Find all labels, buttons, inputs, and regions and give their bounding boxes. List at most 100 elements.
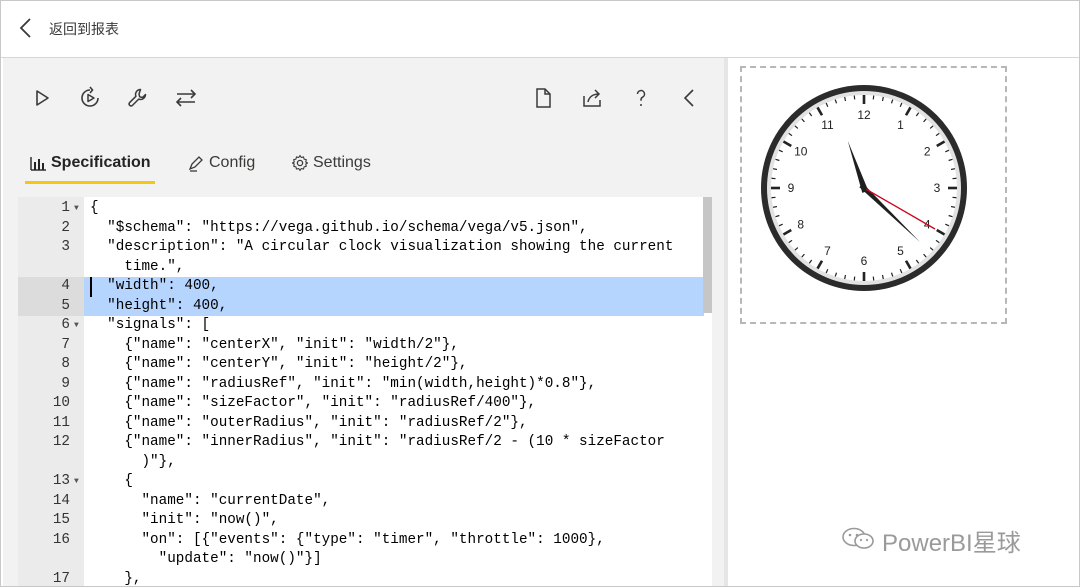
auto-run-button[interactable] <box>78 86 102 110</box>
line-number: 1 <box>61 200 70 216</box>
line-number: 13 <box>52 473 70 489</box>
collapse-pane-button[interactable] <box>678 86 702 110</box>
bar-chart-icon <box>30 157 46 171</box>
code-line[interactable]: 12 {"name": "innerRadius", "init": "radi… <box>18 433 712 453</box>
chevron-left-icon <box>19 18 31 38</box>
clock-tick <box>881 96 884 102</box>
clock-tick <box>844 274 847 280</box>
clock-tick <box>950 205 956 208</box>
code-text: "update": "now()"}] <box>90 551 322 567</box>
code-text: {"name": "innerRadius", "init": "radiusR… <box>90 434 665 450</box>
back-button[interactable] <box>14 14 38 42</box>
pen-icon <box>188 156 203 172</box>
line-number: 9 <box>61 375 70 392</box>
clock-tick <box>772 205 778 208</box>
line-number: 15 <box>52 512 70 528</box>
line-number: 6 <box>61 317 70 333</box>
pane-resize-handle[interactable] <box>724 58 728 587</box>
back-to-report-label[interactable]: 返回到报表 <box>49 19 119 39</box>
tab-specification[interactable]: Specification <box>29 144 151 182</box>
share-icon <box>583 89 601 107</box>
code-line[interactable]: 1 ▼ { <box>18 199 712 219</box>
clock-number: 3 <box>934 181 941 195</box>
code-text: )"}, <box>90 453 176 470</box>
header-bar: 返回到报表 <box>0 0 1080 58</box>
code-line[interactable]: 8 {"name": "centerY", "init": "height/2"… <box>18 355 712 375</box>
repair-button[interactable] <box>126 86 150 110</box>
tab-settings[interactable]: Settings <box>291 144 371 182</box>
code-text: {"name": "outerRadius", "init": "radiusR… <box>90 414 528 431</box>
export-button[interactable] <box>580 86 604 110</box>
code-text: }, <box>90 570 142 587</box>
line-number: 8 <box>61 356 70 372</box>
new-document-button[interactable] <box>531 86 555 110</box>
code-line[interactable]: 17 }, <box>18 570 712 587</box>
clock-number: 8 <box>797 218 804 232</box>
code-text: "init": "now()", <box>90 512 279 528</box>
code-line[interactable]: 5 "height": 400, <box>18 296 712 316</box>
document-icon <box>536 88 551 108</box>
code-line[interactable]: 7 {"name": "centerX", "init": "width/2"}… <box>18 336 712 356</box>
code-line[interactable]: 11 {"name": "outerRadius", "init": "radi… <box>18 414 712 434</box>
play-icon <box>36 90 49 106</box>
clock-number: 1 <box>897 118 904 132</box>
line-number: 4 <box>61 278 70 294</box>
line-number: 16 <box>52 531 70 548</box>
code-line[interactable]: 10 {"name": "sizeFactor", "init": "radiu… <box>18 394 712 414</box>
line-number: 12 <box>52 434 70 450</box>
code-line[interactable]: 15 "init": "now()", <box>18 511 712 531</box>
fold-toggle-icon[interactable]: ▼ <box>74 472 79 492</box>
code-text: "signals": [ <box>90 317 211 333</box>
code-text: { <box>90 473 133 489</box>
code-line[interactable]: 14 "name": "currentDate", <box>18 492 712 512</box>
tab-label: Config <box>209 154 256 171</box>
line-number: 7 <box>61 336 70 353</box>
code-line[interactable]: 16 "on": [{"events": {"type": "timer", "… <box>18 531 712 551</box>
wrench-icon <box>128 88 147 107</box>
code-line[interactable]: )"}, <box>18 453 712 473</box>
tab-label: Specification <box>51 154 151 171</box>
code-text: "width": 400, <box>90 277 219 297</box>
code-text: {"name": "centerY", "init": "height/2"}, <box>90 356 468 372</box>
swap-icon <box>175 89 197 107</box>
editor-scrollbar[interactable] <box>703 197 712 313</box>
fold-toggle-icon[interactable]: ▼ <box>74 199 79 219</box>
code-text: {"name": "centerX", "init": "width/2"}, <box>90 336 459 353</box>
watermark: PowerBI星球 <box>840 523 1021 558</box>
toggle-button[interactable] <box>174 86 198 110</box>
line-number: 3 <box>61 239 70 255</box>
code-line[interactable]: 13 ▼ { <box>18 472 712 492</box>
clock-number: 2 <box>924 145 931 159</box>
clock-tick <box>950 168 956 171</box>
clock-number: 9 <box>788 181 795 195</box>
fold-toggle-icon[interactable]: ▼ <box>74 316 79 336</box>
code-line[interactable]: 2 "$schema": "https://vega.github.io/sch… <box>18 219 712 239</box>
line-number: 17 <box>52 570 70 587</box>
code-text: "name": "currentDate", <box>90 492 331 509</box>
code-line[interactable]: 9 {"name": "radiusRef", "init": "min(wid… <box>18 375 712 395</box>
line-number: 14 <box>52 492 70 509</box>
tab-config[interactable]: Config <box>187 144 255 182</box>
code-line[interactable]: 4 "width": 400, <box>18 277 712 297</box>
code-text: { <box>90 200 99 216</box>
code-line[interactable]: time.", <box>18 258 712 278</box>
collapse-chevron-icon <box>683 89 694 107</box>
clock-number: 7 <box>824 244 831 258</box>
gear-icon <box>291 154 309 172</box>
watermark-text: PowerBI星球 <box>882 530 1021 557</box>
run-button[interactable] <box>30 86 54 110</box>
code-editor[interactable]: 1 ▼{2 "$schema": "https://vega.github.io/… <box>18 197 712 587</box>
line-number: 5 <box>61 297 70 314</box>
line-number: 2 <box>61 219 70 236</box>
code-text: "on": [{"events": {"type": "timer", "thr… <box>90 531 605 548</box>
code-line[interactable]: "update": "now()"}] <box>18 550 712 570</box>
code-line[interactable]: 6 ▼ "signals": [ <box>18 316 712 336</box>
clock-tick <box>881 274 884 280</box>
code-line[interactable]: 3 "description": "A circular clock visua… <box>18 238 712 258</box>
code-text: "$schema": "https://vega.github.io/schem… <box>90 219 588 236</box>
clock-number: 11 <box>821 118 834 132</box>
active-tab-indicator <box>25 181 155 184</box>
help-button[interactable] <box>629 86 653 110</box>
clock-center-pin <box>861 185 867 191</box>
clock-tick <box>772 168 778 171</box>
